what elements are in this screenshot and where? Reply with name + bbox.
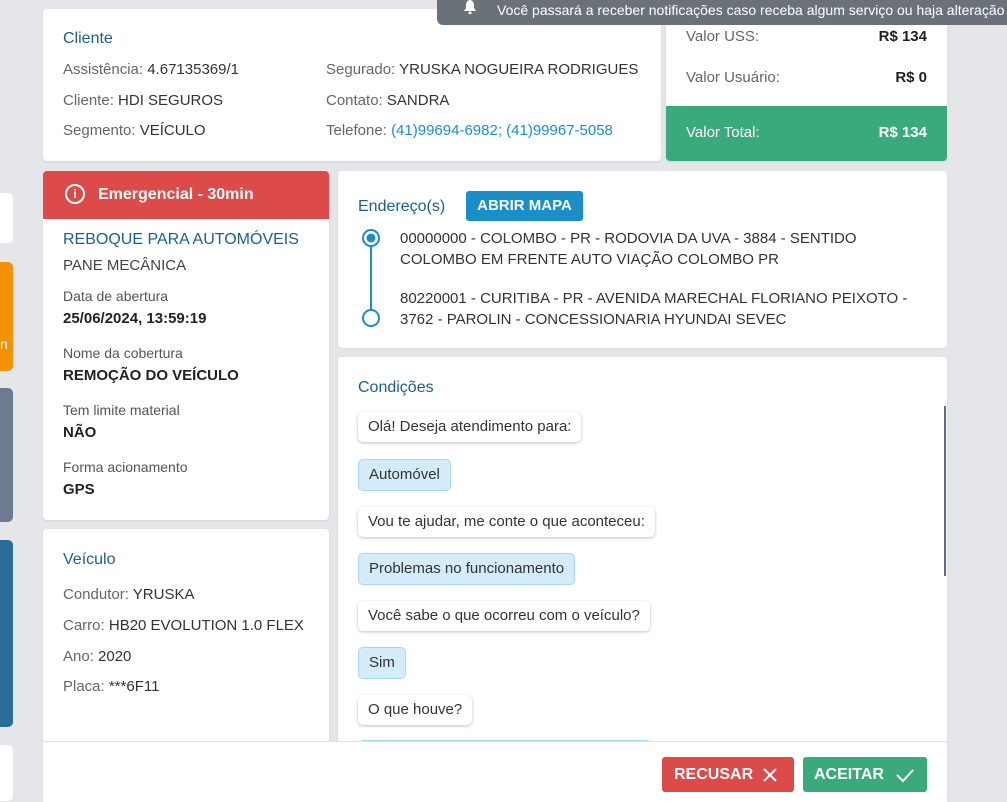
chat-message-answer: Sim [358, 647, 406, 679]
activation-value: GPS [63, 481, 95, 498]
close-icon [763, 768, 777, 782]
destination-address-line1: 80220001 - CURITIBA - PR - AVENIDA MAREC… [400, 290, 908, 307]
assistance-value: 4.67135369/1 [147, 61, 239, 78]
insured-row: Segurado: YRUSKA NOGUEIRA RODRIGUES [326, 61, 638, 78]
material-limit-value: NÃO [63, 424, 97, 441]
refuse-label: RECUSAR [674, 766, 754, 783]
chat-message-question: Você sabe o que ocorreu com o veículo? [358, 601, 650, 631]
phone-label: Telefone: [326, 122, 387, 139]
origin-address-line1: 00000000 - COLOMBO - PR - RODOVIA DA UVA… [400, 230, 857, 247]
client-card: Cliente Assistência: 4.67135369/1 Client… [43, 9, 661, 161]
open-map-button[interactable]: ABRIR MAPA [466, 191, 583, 221]
address-title: Endereço(s) [358, 198, 446, 215]
notification-text: Você passará a receber notificações caso… [497, 2, 1005, 18]
destination-address-line2: 3762 - PAROLIN - CONCESSIONARIA HYUNDAI … [400, 311, 787, 328]
total-label: Valor Total: [686, 124, 760, 141]
insured-label: Segurado: [326, 61, 396, 78]
emergency-badge: i Emergencial - 30min [43, 171, 329, 219]
segment-value: VEÍCULO [139, 122, 206, 139]
driver-row: Condutor: YRUSKA [63, 586, 194, 603]
info-icon: i [65, 184, 85, 204]
total-bar: Valor Total: R$ 134 [666, 106, 947, 161]
vehicle-title: Veículo [63, 551, 116, 568]
assistance-row: Assistência: 4.67135369/1 [63, 61, 239, 78]
emergency-text: Emergencial - 30min [98, 186, 254, 203]
destination-address: 80220001 - CURITIBA - PR - AVENIDA MAREC… [400, 288, 907, 330]
plate-value: ***6F11 [108, 678, 160, 695]
origin-address: 00000000 - COLOMBO - PR - RODOVIA DA UVA… [400, 228, 857, 270]
driver-label: Condutor: [63, 586, 129, 603]
client-label: Cliente: [63, 92, 114, 109]
chat-message-question: Vou te ajudar, me conte o que aconteceu: [358, 507, 655, 537]
refuse-button[interactable]: RECUSAR [662, 757, 794, 792]
check-icon [896, 769, 914, 783]
uss-label: Valor USS: [686, 28, 760, 45]
user-value-value: R$ 0 [895, 69, 927, 86]
contact-value: SANDRA [386, 92, 450, 109]
chat-message-answer: Automóvel [358, 459, 451, 491]
address-card: Endereço(s) 00000000 - COLOMBO - PR - RO… [338, 171, 947, 348]
client-row: Cliente: HDI SEGUROS [63, 92, 223, 109]
chat-message-question: Olá! Deseja atendimento para: [358, 412, 582, 442]
total-value: R$ 134 [878, 124, 927, 141]
client-title: Cliente [63, 30, 113, 47]
uss-value: R$ 134 [878, 28, 927, 45]
client-value: HDI SEGUROS [118, 92, 224, 109]
plate-row: Placa: ***6F11 [63, 678, 159, 695]
assistance-label: Assistência: [63, 61, 144, 78]
conditions-title: Condições [358, 379, 434, 396]
side-card-blue[interactable] [0, 540, 13, 727]
chat-message-answer: Problemas no funcionamento [358, 553, 576, 585]
service-card: REBOQUE PARA AUTOMÓVEIS PANE MECÂNICA Da… [43, 219, 329, 520]
car-row: Carro: HB20 EVOLUTION 1.0 FLEX [63, 617, 304, 634]
coverage-value: REMOÇÃO DO VEÍCULO [63, 367, 239, 384]
origin-address-line2: COLOMBO EM FRENTE AUTO VIAÇÃO COLOMBO PR [400, 251, 779, 268]
phone-row: Telefone: (41)99694-6982; (41)99967-5058 [326, 122, 613, 139]
year-value: 2020 [98, 648, 132, 665]
route-line-icon [362, 229, 380, 327]
side-card-white-bottom [0, 745, 13, 801]
side-card-orange[interactable]: n [0, 262, 13, 371]
contact-row: Contato: SANDRA [326, 92, 449, 109]
opening-date-value: 25/06/2024, 13:59:19 [63, 310, 207, 327]
phone-link[interactable]: (41)99694-6982; (41)99967-5058 [391, 122, 613, 139]
plate-label: Placa: [63, 678, 105, 695]
car-value: HB20 EVOLUTION 1.0 FLEX [108, 617, 304, 634]
year-label: Ano: [63, 648, 94, 665]
chat-scrollbar[interactable] [944, 406, 946, 576]
chat-message-question: O que houve? [358, 695, 473, 725]
coverage-label: Nome da cobertura [63, 345, 183, 361]
service-type: REBOQUE PARA AUTOMÓVEIS [63, 231, 299, 248]
notification-toast: Você passará a receber notificações caso… [437, 0, 1007, 25]
side-card-white-top [0, 193, 13, 243]
year-row: Ano: 2020 [63, 648, 131, 665]
activation-label: Forma acionamento [63, 459, 188, 475]
material-limit-label: Tem limite material [63, 402, 180, 418]
contact-label: Contato: [326, 92, 383, 109]
uss-row: Valor USS: R$ 134 [686, 28, 927, 45]
bell-icon [464, 0, 476, 14]
car-label: Carro: [63, 617, 105, 634]
user-value-label: Valor Usuário: [686, 69, 780, 86]
user-value-row: Valor Usuário: R$ 0 [686, 69, 927, 86]
insured-value: YRUSKA NOGUEIRA RODRIGUES [399, 61, 639, 78]
side-card-orange-letter: n [0, 336, 8, 352]
service-subtype: PANE MECÂNICA [63, 257, 187, 274]
segment-row: Segmento: VEÍCULO [63, 122, 206, 139]
driver-value: YRUSKA [132, 586, 195, 603]
segment-label: Segmento: [63, 122, 136, 139]
accept-button[interactable]: ACEITAR [803, 757, 927, 792]
opening-date-label: Data de abertura [63, 288, 169, 304]
accept-label: ACEITAR [814, 766, 884, 783]
side-card-gray[interactable] [0, 388, 13, 522]
